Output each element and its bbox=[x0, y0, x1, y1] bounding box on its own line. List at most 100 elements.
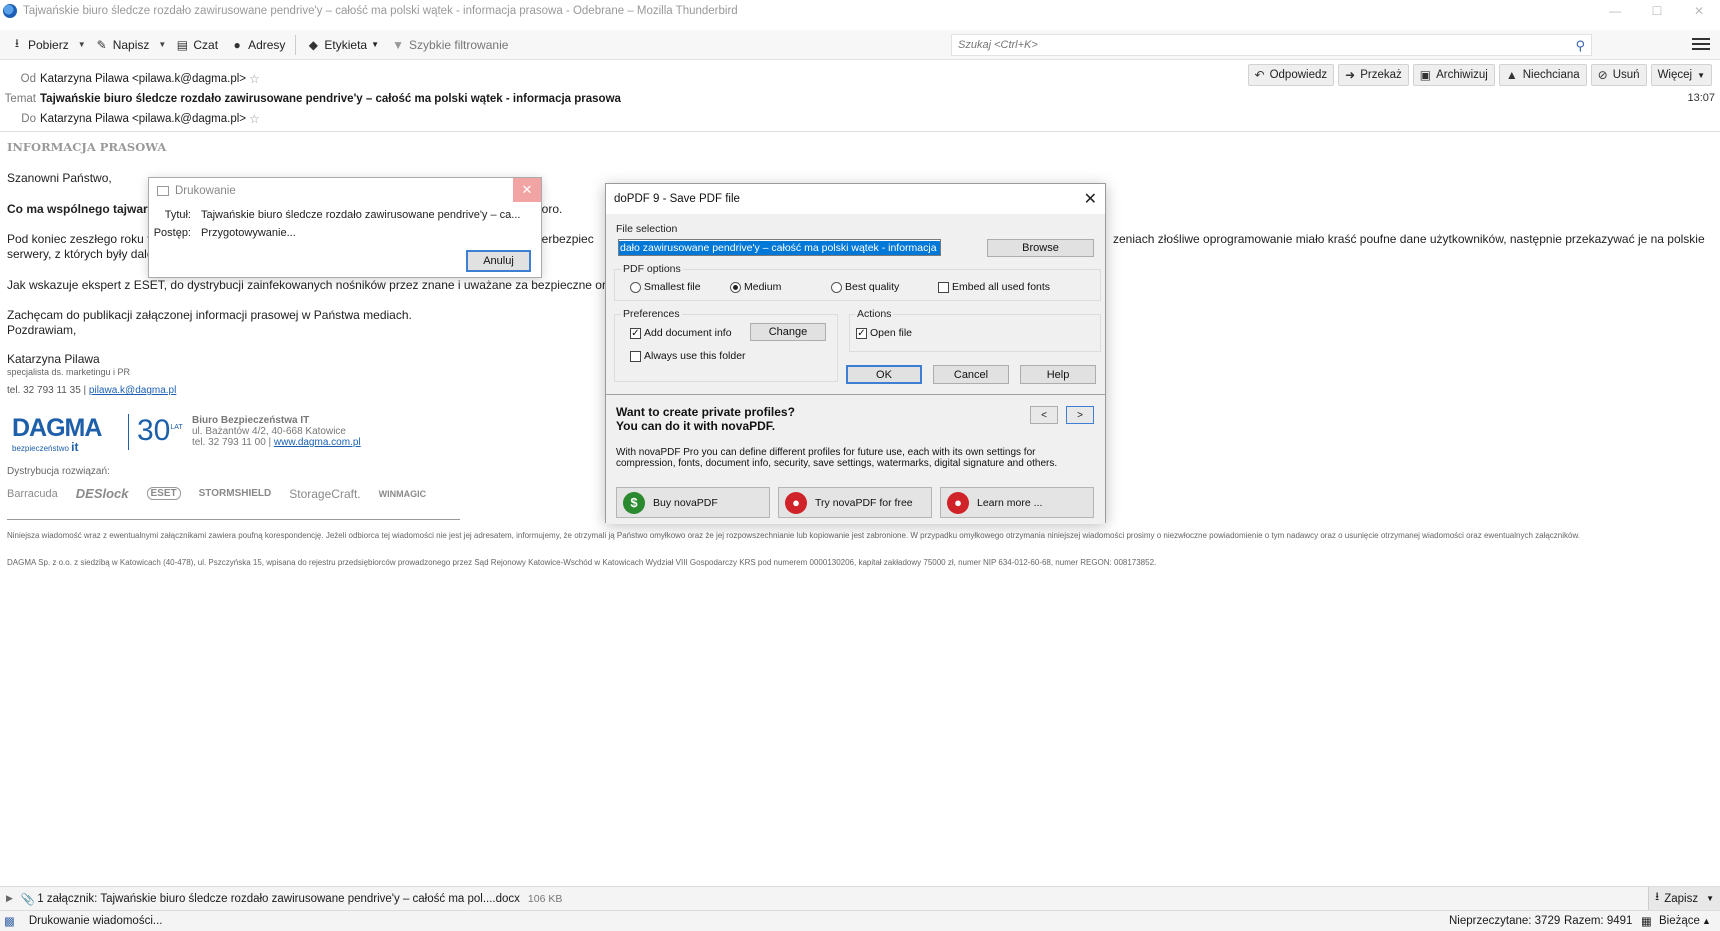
barracuda-logo: Barracuda bbox=[7, 487, 58, 500]
printer-icon bbox=[157, 186, 169, 196]
filter-icon: ▼ bbox=[392, 37, 404, 52]
toolbar-separator bbox=[295, 34, 297, 55]
checkbox-embed-fonts[interactable]: Embed all used fonts bbox=[938, 281, 1050, 293]
star-icon[interactable]: ☆ bbox=[249, 72, 260, 86]
unread-count: Nieprzeczytane: 3729 bbox=[1449, 915, 1561, 927]
paragraph-1a: Pod koniec zeszłego roku ta bbox=[7, 232, 158, 246]
close-window-icon[interactable]: ✕ bbox=[1676, 0, 1720, 22]
learn-more-button[interactable]: ● Learn more ... bbox=[940, 487, 1094, 518]
reply-button[interactable]: ↶ Odpowiedz bbox=[1247, 64, 1335, 86]
title-bar: Tajwańskie biuro śledcze rozdało zawirus… bbox=[0, 0, 1720, 22]
paragraph-1-end: zeniach złośliwe oprogramowanie miało kr… bbox=[1113, 232, 1705, 246]
tag-button[interactable]: ◆ Etykieta ▼ bbox=[300, 33, 385, 57]
address-book-button[interactable]: ● Adresy bbox=[224, 33, 291, 57]
press-heading: INFORMACJA PRASOWA bbox=[7, 140, 167, 154]
window-title: Tajwańskie biuro śledcze rozdało zawirus… bbox=[23, 5, 738, 17]
print-cancel-button[interactable]: Anuluj bbox=[466, 250, 531, 272]
subject-value: Tajwańskie biuro śledcze rozdało zawirus… bbox=[40, 93, 621, 105]
checkbox-open-file[interactable]: ✓ Open file bbox=[856, 327, 912, 339]
promo-next-button[interactable]: > bbox=[1066, 406, 1094, 424]
chevron-down-icon: ▼ bbox=[1697, 70, 1705, 80]
junk-button[interactable]: ▲ Niechciana bbox=[1498, 64, 1587, 86]
radio-medium[interactable]: Medium bbox=[730, 281, 781, 293]
company-legal: DAGMA Sp. z o.o. z siedzibą w Katowicach… bbox=[7, 558, 1157, 567]
stormshield-logo: STORMSHIELD bbox=[198, 488, 272, 499]
more-button[interactable]: Więcej ▼ bbox=[1650, 64, 1712, 86]
get-messages-dropdown[interactable]: ▼ bbox=[75, 33, 89, 57]
company-web-link[interactable]: www.dagma.com.pl bbox=[274, 437, 361, 448]
actions-label: Actions bbox=[855, 308, 894, 320]
change-button[interactable]: Change bbox=[750, 323, 826, 341]
dagma-logo: DAGMA bezpieczeństwo it bbox=[12, 414, 102, 454]
logo-divider bbox=[128, 414, 129, 450]
chat-button[interactable]: ▤ Czat bbox=[169, 33, 224, 57]
to-value[interactable]: Katarzyna Pilawa <pilawa.k@dagma.pl> bbox=[40, 113, 246, 125]
search-icon[interactable]: ⚲ bbox=[1575, 38, 1585, 54]
quick-filter-button[interactable]: ▼ Szybkie filtrowanie bbox=[385, 33, 514, 57]
star-icon[interactable]: ☆ bbox=[249, 112, 260, 126]
help-button[interactable]: Help bbox=[1020, 365, 1096, 384]
promo-prev-button[interactable]: < bbox=[1030, 406, 1058, 424]
menu-icon[interactable] bbox=[1692, 36, 1710, 52]
attachment-size: 106 KB bbox=[527, 892, 563, 905]
paragraph-2: Jak wskazuje ekspert z ESET, do dystrybu… bbox=[7, 278, 635, 292]
dopdf-save-dialog: doPDF 9 - Save PDF file ✕ File selection… bbox=[605, 183, 1106, 524]
write-dropdown[interactable]: ▼ bbox=[155, 33, 169, 57]
from-row: Od Katarzyna Pilawa <pilawa.k@dagma.pl> … bbox=[0, 70, 260, 88]
brand-logos: Barracuda DESlock ESET STORMSHIELD Stora… bbox=[7, 486, 426, 501]
paragraph-1b: serwery, z których były dale bbox=[7, 247, 154, 261]
signature-email-link[interactable]: pilawa.k@dagma.pl bbox=[89, 385, 176, 396]
browse-button[interactable]: Browse bbox=[987, 239, 1094, 257]
write-button[interactable]: ✎ Napisz bbox=[89, 33, 156, 57]
winmagic-logo: WINMAGIC bbox=[378, 488, 427, 499]
print-title-row: Tytuł: Tajwańskie biuro śledcze rozdało … bbox=[164, 209, 521, 221]
status-text: Drukowanie wiadomości... bbox=[28, 915, 163, 927]
forward-button[interactable]: ➜ Przekaż bbox=[1338, 64, 1409, 86]
try-novapdf-button[interactable]: ● Try novaPDF for free bbox=[778, 487, 932, 518]
status-bar: ▩ Drukowanie wiadomości... Nieprzeczytan… bbox=[0, 910, 1720, 931]
promo-line-2: You can do it with novaPDF. bbox=[616, 419, 776, 433]
company-info: Biuro Bezpieczeństwa IT ul. Bażantów 4/2… bbox=[192, 415, 361, 448]
checkbox-add-document-info[interactable]: ✓ Add document info bbox=[630, 327, 732, 339]
to-row: Do Katarzyna Pilawa <pilawa.k@dagma.pl> … bbox=[0, 110, 260, 128]
filename-input[interactable]: dało zawirusowane pendrive'y – całość ma… bbox=[618, 239, 941, 256]
signature-title: specjalista ds. marketingu i PR bbox=[7, 367, 131, 377]
chevron-up-icon[interactable]: ▲ bbox=[1702, 916, 1711, 926]
paragraph-3: Zachęcam do publikacji załączonej inform… bbox=[7, 308, 412, 322]
get-messages-button[interactable]: ⭳ Pobierz bbox=[4, 33, 75, 57]
search-box[interactable]: ⚲ bbox=[951, 34, 1592, 56]
greeting: Szanowni Państwo, bbox=[7, 171, 112, 185]
delete-button[interactable]: ⊘ Usuń bbox=[1590, 64, 1647, 86]
archive-button[interactable]: ▣ Archiwizuj bbox=[1412, 64, 1495, 86]
minimize-icon[interactable]: — bbox=[1592, 0, 1638, 22]
eset-logo: ESET bbox=[146, 487, 181, 500]
close-icon[interactable]: ✕ bbox=[1084, 189, 1097, 209]
buy-novapdf-button[interactable]: $ Buy novaPDF bbox=[616, 487, 770, 518]
print-progress-row: Postęp: Przygotowywanie... bbox=[153, 227, 296, 239]
checkbox-always-use-folder[interactable]: Always use this folder bbox=[630, 350, 746, 362]
closing: Pozdrawiam, bbox=[7, 323, 77, 337]
signature-name: Katarzyna Pilawa bbox=[7, 352, 100, 366]
from-value[interactable]: Katarzyna Pilawa <pilawa.k@dagma.pl> bbox=[40, 73, 246, 85]
maximize-icon[interactable]: ☐ bbox=[1634, 0, 1680, 22]
attachment-label[interactable]: 1 załącznik: Tajwańskie biuro śledcze ro… bbox=[37, 893, 520, 905]
subject-row: Temat Tajwańskie biuro śledcze rozdało z… bbox=[0, 90, 621, 108]
radio-smallest-file[interactable]: Smallest file bbox=[630, 281, 701, 293]
print-dialog-titlebar: Drukowanie bbox=[149, 178, 541, 204]
preferences-label: Preferences bbox=[621, 308, 682, 320]
to-label: Do bbox=[21, 113, 36, 125]
expand-icon[interactable]: ▶ bbox=[6, 893, 13, 904]
novapdf-icon: ● bbox=[785, 491, 807, 514]
close-icon[interactable]: ✕ bbox=[513, 178, 541, 202]
total-count: Razem: 9491 bbox=[1564, 915, 1633, 927]
header-actions: ↶ Odpowiedz ➜ Przekaż ▣ Archiwizuj ▲ Niechci… bbox=[1247, 64, 1712, 86]
ok-button[interactable]: OK bbox=[846, 365, 922, 384]
cancel-button[interactable]: Cancel bbox=[933, 365, 1009, 384]
chat-icon: ▤ bbox=[176, 37, 189, 52]
radio-best-quality[interactable]: Best quality bbox=[831, 281, 899, 293]
today-pane-label[interactable]: Bieżące bbox=[1659, 915, 1700, 927]
search-input[interactable] bbox=[958, 39, 1558, 51]
deslock-logo: DESlock bbox=[75, 486, 129, 501]
forward-icon: ➜ bbox=[1345, 68, 1356, 82]
save-attachment-button[interactable]: ⭳ Zapisz ▼ bbox=[1648, 887, 1720, 910]
